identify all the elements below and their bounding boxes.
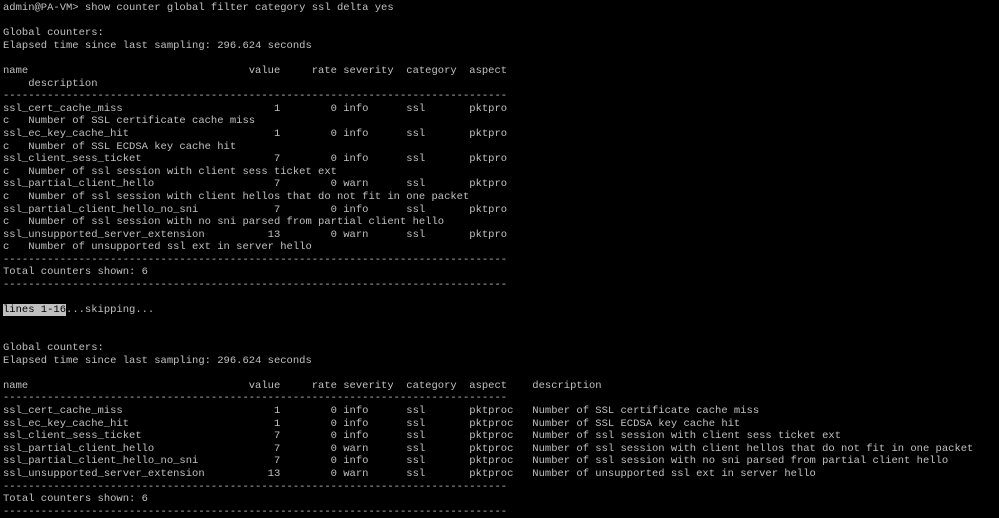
terminal-line: Global counters: xyxy=(3,342,104,355)
pager-highlight: lines 1-16 xyxy=(3,304,67,317)
terminal-line: Global counters: xyxy=(3,27,104,40)
terminal-line: ssl_ec_key_cache_hit 1 0 info ssl pktpro… xyxy=(3,417,741,430)
terminal-line: ssl_client_sess_ticket 7 0 info ssl pktp… xyxy=(3,153,508,166)
terminal-line: ssl_partial_client_hello_no_sni 7 0 info… xyxy=(3,203,508,216)
terminal-line: Total counters shown: 6 xyxy=(3,493,148,506)
terminal-line: ssl_partial_client_hello_no_sni 7 0 info… xyxy=(3,455,949,468)
terminal-output-bottom: Global counters: Elapsed time since last … xyxy=(3,317,999,518)
pager-status-line: lines 1-16...skipping... xyxy=(3,304,999,317)
terminal-line: ----------------------------------------… xyxy=(3,279,508,292)
terminal-line: c Number of ssl session with no sni pars… xyxy=(3,216,445,229)
terminal-line: c Number of SSL ECDSA key cache hit xyxy=(3,140,237,153)
terminal-line: description xyxy=(3,77,98,90)
pager-skipping-text: ...skipping... xyxy=(66,304,155,317)
terminal-line: name value rate severity category aspect xyxy=(3,64,508,77)
terminal-line: ssl_partial_client_hello 7 0 warn ssl pk… xyxy=(3,178,508,191)
terminal-line: Elapsed time since last sampling: 296.62… xyxy=(3,39,312,52)
terminal-line: ----------------------------------------… xyxy=(3,253,508,266)
terminal-line: ssl_client_sess_ticket 7 0 info ssl pktp… xyxy=(3,430,842,443)
terminal-line: ssl_cert_cache_miss 1 0 info ssl pktpro xyxy=(3,102,508,115)
terminal-line: name value rate severity category aspect… xyxy=(3,379,602,392)
terminal-line: c Number of ssl session with client sess… xyxy=(3,165,337,178)
terminal-line: c Number of SSL certificate cache miss xyxy=(3,115,256,128)
terminal-line: ssl_unsupported_server_extension 13 0 wa… xyxy=(3,467,816,480)
terminal-window[interactable]: admin@PA-VM> show counter global filter … xyxy=(0,0,999,518)
terminal-line: ssl_partial_client_hello 7 0 warn ssl pk… xyxy=(3,442,974,455)
terminal-line: ssl_ec_key_cache_hit 1 0 info ssl pktpro xyxy=(3,127,508,140)
terminal-line: c Number of ssl session with client hell… xyxy=(3,190,470,203)
terminal-line: admin@PA-VM> show counter global filter … xyxy=(3,2,394,14)
terminal-line: ----------------------------------------… xyxy=(3,480,508,493)
terminal-line: Total counters shown: 6 xyxy=(3,266,148,279)
terminal-line: Elapsed time since last sampling: 296.62… xyxy=(3,354,312,367)
terminal-line: ----------------------------------------… xyxy=(3,392,508,405)
terminal-output-top: admin@PA-VM> show counter global filter … xyxy=(3,2,999,304)
terminal-line: c Number of unsupported ssl ext in serve… xyxy=(3,241,312,254)
terminal-line: ssl_cert_cache_miss 1 0 info ssl pktproc… xyxy=(3,405,760,417)
terminal-line: ----------------------------------------… xyxy=(3,90,508,103)
terminal-line: ssl_unsupported_server_extension 13 0 wa… xyxy=(3,228,508,241)
